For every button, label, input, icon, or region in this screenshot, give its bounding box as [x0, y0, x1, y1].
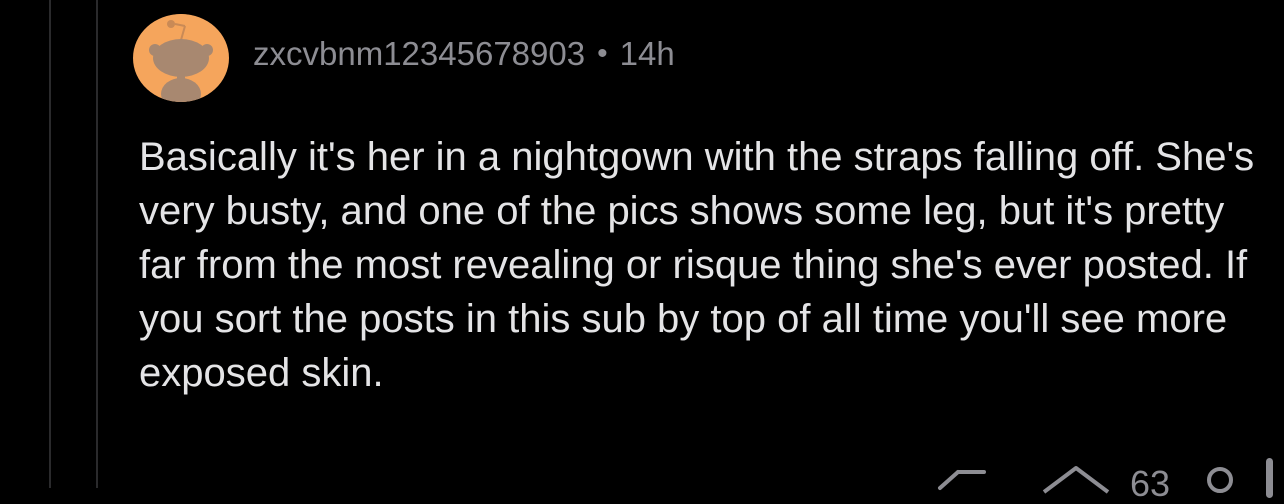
- comment-body: Basically it's her in a nightgown with t…: [139, 135, 1255, 395]
- comment-age: 14h: [619, 35, 675, 72]
- meta-separator: •: [597, 37, 608, 70]
- user-avatar[interactable]: [133, 14, 229, 102]
- thread-indent-line[interactable]: [49, 0, 51, 488]
- award-icon[interactable]: [1202, 462, 1238, 502]
- username-link[interactable]: zxcvbnm12345678903: [253, 35, 585, 73]
- thread-indent-line[interactable]: [96, 0, 98, 488]
- reply-arrow-icon[interactable]: [930, 462, 990, 502]
- comment-action-bar: 63: [930, 462, 1238, 504]
- comment-meta: zxcvbnm12345678903 • 14h: [253, 32, 675, 76]
- scrollbar-thumb[interactable]: [1266, 458, 1273, 498]
- upvote-arrow-icon[interactable]: [1038, 462, 1114, 502]
- vote-count: 63: [1130, 463, 1171, 504]
- snoo-avatar-icon: [137, 14, 225, 102]
